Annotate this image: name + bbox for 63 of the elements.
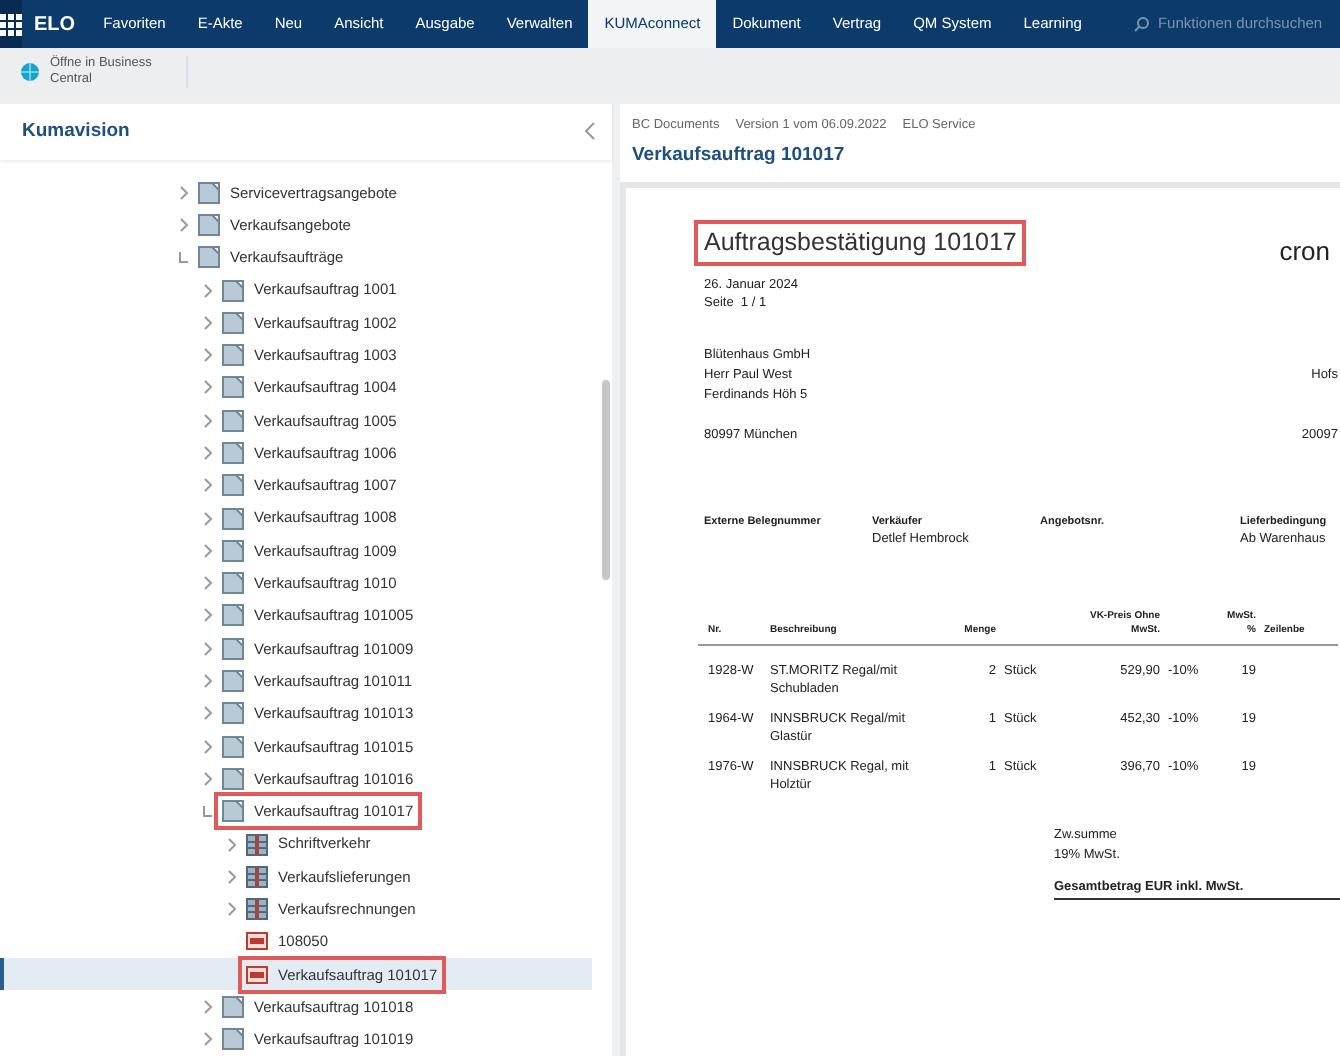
expanded-icon[interactable] <box>177 250 189 265</box>
pdf-file-icon <box>246 963 268 986</box>
search-icon <box>1133 16 1150 32</box>
chevron-right-icon[interactable] <box>201 608 213 623</box>
folder-icon <box>222 735 244 758</box>
brand-logo: ELO <box>32 11 78 39</box>
folder-icon <box>222 409 244 432</box>
chevron-right-icon[interactable] <box>225 869 237 884</box>
folder-icon <box>222 572 244 595</box>
register-icon <box>246 865 268 888</box>
chevron-right-icon[interactable] <box>201 511 213 526</box>
folder-icon <box>222 1028 244 1051</box>
register-icon <box>246 833 268 856</box>
chevron-right-icon[interactable] <box>201 739 213 754</box>
folder-icon <box>198 246 220 269</box>
folder-icon <box>222 507 244 530</box>
chevron-right-icon[interactable] <box>201 1000 213 1015</box>
grid-icon <box>0 13 22 35</box>
folder-icon <box>222 767 244 790</box>
chevron-right-icon[interactable] <box>177 217 189 232</box>
folder-icon <box>198 181 220 204</box>
scrollbar-thumb[interactable] <box>602 380 610 580</box>
folder-icon <box>222 670 244 693</box>
chevron-right-icon[interactable] <box>201 706 213 721</box>
folder-icon <box>222 376 244 399</box>
folder-icon <box>222 474 244 497</box>
collapse-icon[interactable] <box>584 122 596 141</box>
chevron-right-icon[interactable] <box>201 413 213 428</box>
chevron-right-icon[interactable] <box>201 348 213 363</box>
document-heading: Auftragsbestätigung 101017 <box>698 224 1023 262</box>
folder-icon <box>222 311 244 334</box>
chevron-right-icon[interactable] <box>201 380 213 395</box>
folder-icon <box>222 637 244 660</box>
folder-icon <box>222 539 244 562</box>
chevron-right-icon[interactable] <box>201 283 213 298</box>
folder-icon <box>222 800 244 823</box>
folder-icon <box>222 996 244 1019</box>
folder-icon <box>222 442 244 464</box>
folder-icon <box>222 604 244 627</box>
chevron-right-icon[interactable] <box>201 478 213 493</box>
chevron-right-icon[interactable] <box>201 315 213 330</box>
folder-icon <box>222 279 244 302</box>
folder-icon <box>222 702 244 725</box>
expanded-icon[interactable] <box>201 804 213 819</box>
folder-icon <box>198 213 220 236</box>
company-logo: cron <box>1279 234 1330 270</box>
chevron-right-icon[interactable] <box>225 902 237 917</box>
globe-icon <box>20 62 40 82</box>
folder-icon <box>222 344 244 367</box>
sidebar-title: Kumavision <box>22 117 130 146</box>
document-title: Verkaufsauftrag 101017 <box>632 141 847 170</box>
pdf-file-icon <box>246 930 268 953</box>
chevron-right-icon[interactable] <box>201 446 213 460</box>
chevron-right-icon[interactable] <box>201 641 213 656</box>
chevron-right-icon[interactable] <box>201 771 213 786</box>
chevron-right-icon[interactable] <box>225 837 237 852</box>
register-icon <box>246 898 268 921</box>
chevron-right-icon[interactable] <box>201 543 213 558</box>
chevron-right-icon[interactable] <box>201 576 213 591</box>
chevron-right-icon[interactable] <box>201 674 213 689</box>
app-grid-button[interactable] <box>0 0 22 48</box>
chevron-right-icon[interactable] <box>201 1032 213 1047</box>
chevron-right-icon[interactable] <box>177 185 189 200</box>
